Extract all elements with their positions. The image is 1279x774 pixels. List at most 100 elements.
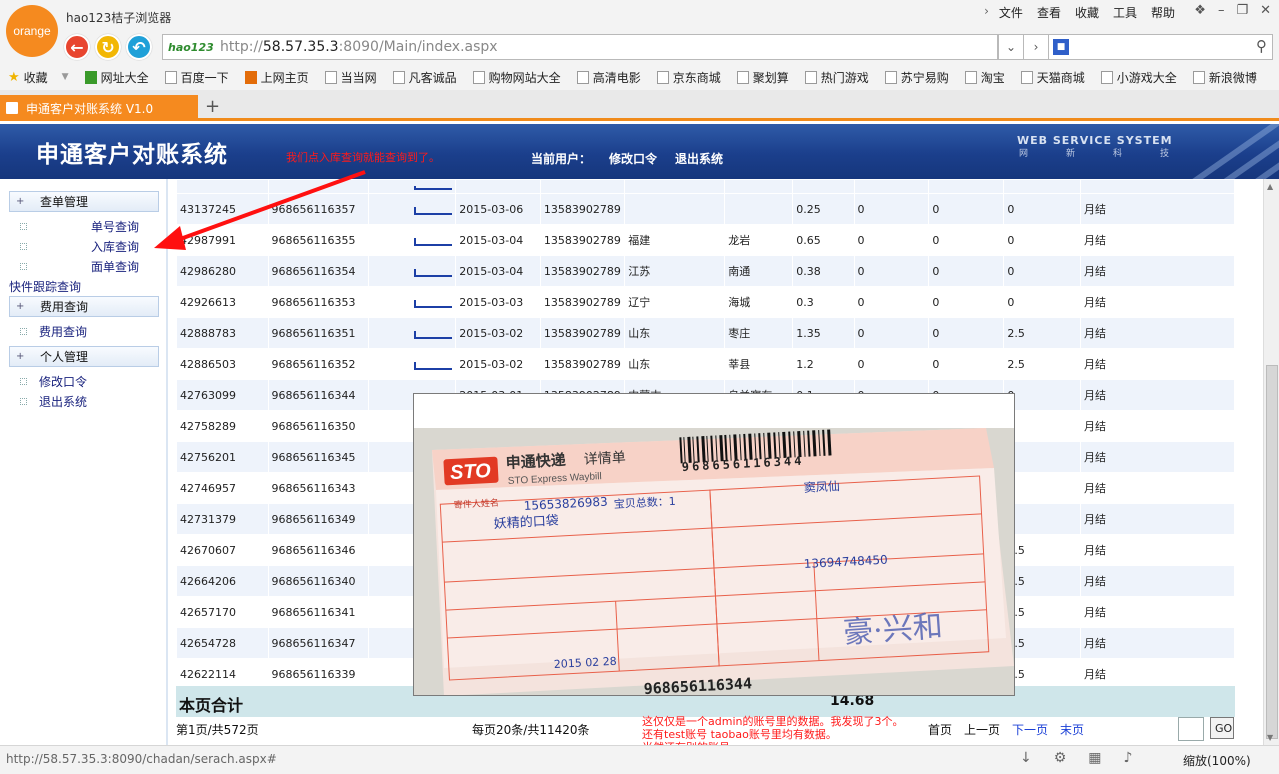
vertical-scrollbar[interactable]: ▲ ▼ bbox=[1263, 179, 1279, 745]
address-prefix: http:// bbox=[220, 39, 263, 55]
download-icon[interactable]: ↓ bbox=[1020, 750, 1032, 766]
sidebar-section-fee[interactable]: + 费用查询 bbox=[9, 296, 159, 317]
bookmark-item[interactable]: 网址大全 bbox=[84, 69, 149, 86]
bookmark-item[interactable]: 天猫商城 bbox=[1020, 69, 1085, 86]
bookmark-label: 小游戏大全 bbox=[1116, 70, 1177, 85]
bookmark-item[interactable]: 百度一下 bbox=[164, 69, 229, 86]
sidebar-item-change-password[interactable]: 修改口令 bbox=[20, 373, 87, 390]
signature-mark bbox=[413, 361, 452, 370]
first-page-link[interactable]: 首页 bbox=[928, 721, 952, 738]
logout-link[interactable]: 退出系统 bbox=[675, 150, 723, 167]
cell-pay: 月结 bbox=[1080, 658, 1235, 690]
close-icon[interactable]: ✕ bbox=[1260, 3, 1271, 18]
go-button[interactable]: GO bbox=[1210, 717, 1234, 739]
zoom-level[interactable]: 缩放(100%) bbox=[1183, 752, 1251, 769]
back-button[interactable]: ← bbox=[64, 34, 90, 60]
bookmark-item[interactable]: 当当网 bbox=[324, 69, 377, 86]
scroll-up-icon[interactable]: ▲ bbox=[1267, 182, 1273, 191]
last-page-link[interactable]: 末页 bbox=[1060, 721, 1084, 738]
cell-pay: 月结 bbox=[1080, 627, 1235, 659]
page-icon bbox=[736, 70, 749, 84]
prev-page-link[interactable]: 上一页 bbox=[964, 721, 1000, 738]
skin-icon[interactable]: ❖ bbox=[1194, 3, 1206, 18]
bookmark-item[interactable]: 聚划算 bbox=[736, 69, 789, 86]
menu-chevron-icon[interactable]: › bbox=[984, 4, 989, 21]
volume-icon[interactable]: ♪ bbox=[1124, 750, 1133, 766]
cell-pay: 月结 bbox=[1080, 534, 1235, 566]
scrollbar-thumb[interactable] bbox=[1266, 365, 1278, 739]
sidebar-item-fee-query[interactable]: 费用查询 bbox=[20, 323, 87, 340]
bullet-icon bbox=[20, 378, 27, 385]
signature-cell bbox=[367, 348, 457, 380]
bookmark-item[interactable]: 高清电影 bbox=[576, 69, 641, 86]
search-input[interactable]: ■ ⚲ bbox=[1048, 34, 1273, 60]
tab-active[interactable]: 申通客户对账系统 V1.0 bbox=[0, 95, 198, 121]
chevron-down-icon[interactable]: ▼ bbox=[62, 72, 69, 82]
address-url[interactable]: http://58.57.35.3:8090/Main/index.aspx bbox=[220, 39, 498, 55]
bookmark-item[interactable]: 小游戏大全 bbox=[1100, 69, 1177, 86]
settings-icon[interactable]: ⚙ bbox=[1054, 750, 1067, 766]
bookmark-item[interactable]: 凡客诚品 bbox=[392, 69, 457, 86]
menu-file[interactable]: 文件 bbox=[999, 4, 1023, 21]
window-icon[interactable]: ▦ bbox=[1088, 750, 1101, 766]
bookmark-item[interactable]: 上网主页 bbox=[244, 69, 309, 86]
cell-pay: 月结 bbox=[1080, 410, 1235, 442]
browser-logo[interactable]: orange bbox=[6, 5, 58, 57]
search-engine-icon[interactable]: ■ bbox=[1053, 39, 1069, 55]
go-arrow-icon[interactable]: › bbox=[1023, 34, 1049, 60]
page-number-input[interactable] bbox=[1178, 717, 1204, 741]
cell-city: 龙岩 bbox=[724, 224, 794, 256]
sidebar-item-storage-query[interactable]: 入库查询 bbox=[20, 238, 139, 255]
change-password-link[interactable]: 修改口令 bbox=[609, 150, 657, 167]
address-rest: :8090/Main/index.aspx bbox=[338, 39, 498, 55]
bookmark-item[interactable]: 新浪微博 bbox=[1192, 69, 1257, 86]
cell-date: 2015-03-04 bbox=[455, 224, 541, 256]
refresh-button[interactable]: ↻ bbox=[95, 34, 121, 60]
signature-cell bbox=[367, 224, 457, 256]
sidebar-item-exit[interactable]: 退出系统 bbox=[20, 393, 87, 410]
bookmark-favorites[interactable]: ★ 收藏 ▼ bbox=[8, 69, 69, 86]
bookmark-label: 凡客诚品 bbox=[408, 70, 457, 85]
search-icon[interactable]: ⚲ bbox=[1256, 37, 1267, 55]
maximize-icon[interactable]: ❐ bbox=[1236, 3, 1248, 18]
bookmark-label: 天猫商城 bbox=[1036, 70, 1085, 85]
page-size-indicator: 每页20条/共11420条 bbox=[472, 723, 590, 737]
bookmark-item[interactable]: 淘宝 bbox=[964, 69, 1005, 86]
cell-pay: 月结 bbox=[1080, 503, 1235, 535]
minimize-icon[interactable]: – bbox=[1218, 3, 1225, 18]
cell-c: 0 bbox=[1003, 410, 1082, 442]
bookmark-item[interactable]: 热门游戏 bbox=[804, 69, 869, 86]
bookmark-item[interactable]: 京东商城 bbox=[656, 69, 721, 86]
sidebar-item-face-query[interactable]: 面单查询 bbox=[20, 258, 139, 275]
scroll-down-icon[interactable]: ▼ bbox=[1267, 733, 1273, 742]
menu-favorites[interactable]: 收藏 bbox=[1075, 4, 1099, 21]
sidebar-section-query[interactable]: + 查单管理 bbox=[9, 191, 159, 212]
pagination: 第1页/共572页 每页20条/共11420条 这仅仅是一个admin的账号里的… bbox=[176, 715, 1235, 754]
sidebar-item-single-query[interactable]: 单号查询 bbox=[20, 218, 139, 235]
cell-pay: 月结 bbox=[1080, 317, 1235, 349]
address-bar[interactable]: hao123 http://58.57.35.3:8090/Main/index… bbox=[162, 34, 998, 60]
cell-id: 42886503 bbox=[176, 348, 269, 380]
cell-date: 2015-03-04 bbox=[455, 255, 541, 287]
next-page-link[interactable]: 下一页 bbox=[1012, 721, 1048, 738]
bookmark-item[interactable]: 苏宁易购 bbox=[884, 69, 949, 86]
new-tab-icon[interactable]: + bbox=[205, 96, 220, 117]
cell-date: 2015-03-02 bbox=[455, 348, 541, 380]
menu-tools[interactable]: 工具 bbox=[1113, 4, 1137, 21]
annotation-text: 我们点入库查询就能查询到了。 bbox=[286, 151, 440, 164]
window-controls: ❖ – ❐ ✕ bbox=[1194, 3, 1271, 18]
sidebar-item-tracking[interactable]: 快件跟踪查询 bbox=[9, 278, 81, 295]
bookmark-label: 苏宁易购 bbox=[900, 70, 949, 85]
cell-phone: 13583902789 bbox=[539, 286, 626, 318]
star-icon: ★ bbox=[8, 69, 20, 85]
bookmark-label: 新浪微博 bbox=[1208, 70, 1257, 85]
bookmark-label: 收藏 bbox=[23, 70, 48, 85]
waybill-photo: STO 申通快递 详情单 STO Express Waybill 9686561… bbox=[414, 428, 1014, 695]
menu-help[interactable]: 帮助 bbox=[1151, 4, 1175, 21]
sidebar-section-personal[interactable]: + 个人管理 bbox=[9, 346, 159, 367]
menu-view[interactable]: 查看 bbox=[1037, 4, 1061, 21]
home-button[interactable]: ↶ bbox=[126, 34, 152, 60]
cell-id: 42654728 bbox=[176, 627, 269, 659]
address-dropdown-icon[interactable]: ⌄ bbox=[998, 34, 1024, 60]
bookmark-item[interactable]: 购物网站大全 bbox=[472, 69, 561, 86]
